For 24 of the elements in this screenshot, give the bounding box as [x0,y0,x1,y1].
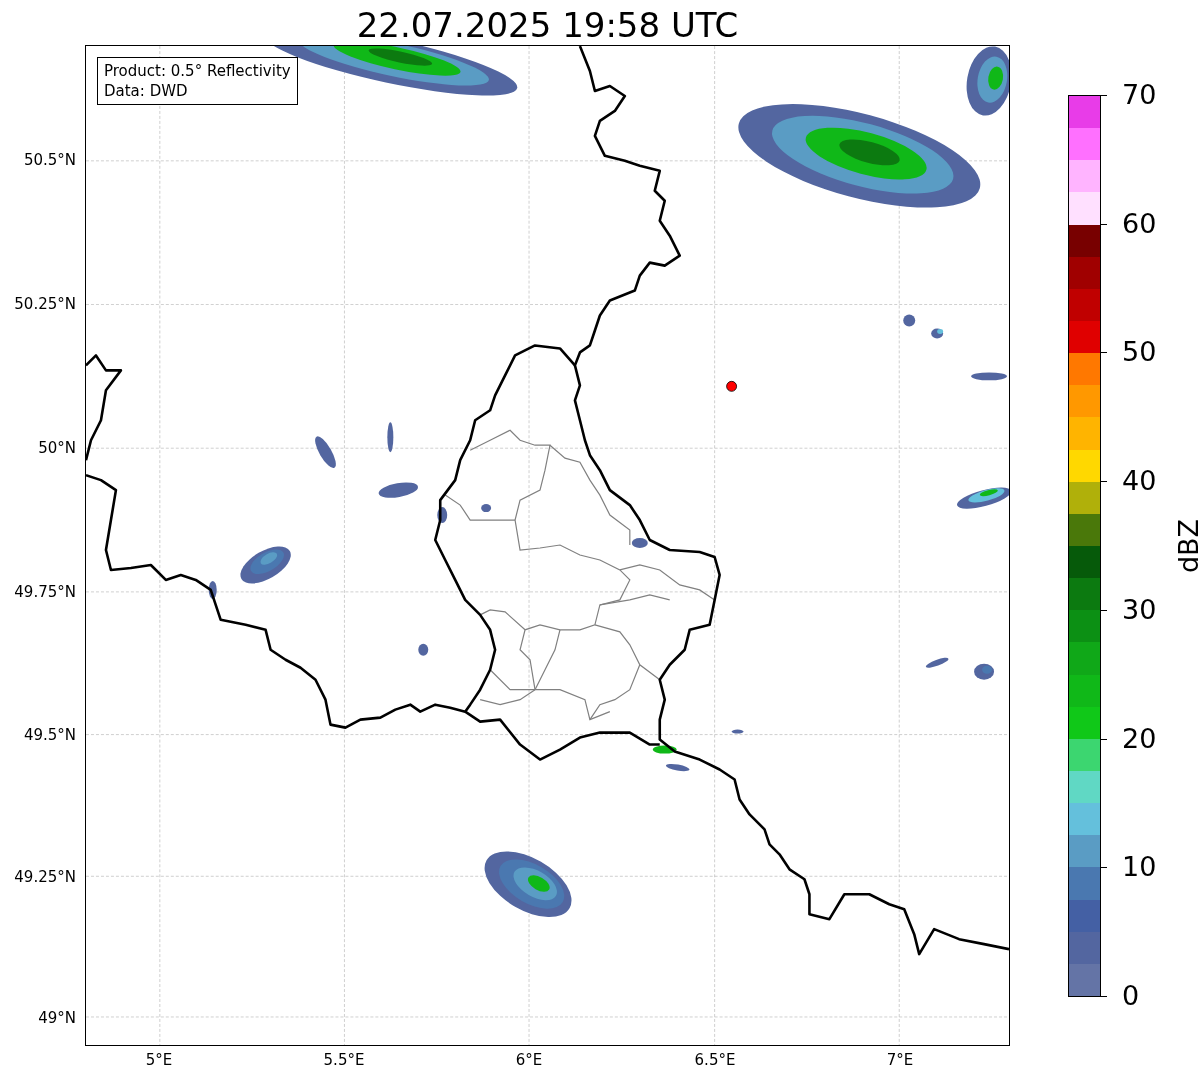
longitude-label: 6°E [515,1051,543,1069]
latitude-label: 49.5°N [23,726,76,744]
colorbar-tick-label: 70 [1122,79,1157,111]
latitude-label: 49.75°N [14,583,76,601]
latitude-label: 49°N [38,1009,76,1027]
colorbar-tick-label: 60 [1122,207,1157,240]
longitude-label: 7°E [886,1051,914,1069]
colorbar-tick-label: 20 [1122,722,1157,755]
longitude-label: 5°E [145,1051,173,1069]
colorbar-tick-label: 50 [1122,336,1157,369]
colorbar-tick-label: 40 [1122,465,1157,498]
longitude-label: 5.5°E [323,1051,365,1069]
colorbar-tick-label: 30 [1122,593,1157,626]
legend-text: Data: DWD [104,81,189,101]
latitude-label: 50.25°N [14,295,76,313]
legend-text: Product: 0.5° Reflectivity [104,61,291,81]
latitude-label: 50.5°N [23,151,76,169]
colorbar-label: dBZ [1173,518,1202,574]
latitude-label: 49.25°N [14,868,76,886]
colorbar-tick-label: 10 [1122,851,1157,884]
latitude-label: 50°N [38,439,76,457]
longitude-label: 6.5°E [694,1051,736,1069]
chart-title: 22.07.2025 19:58 UTC [355,4,740,47]
colorbar-tick-label: 0 [1122,980,1140,1012]
